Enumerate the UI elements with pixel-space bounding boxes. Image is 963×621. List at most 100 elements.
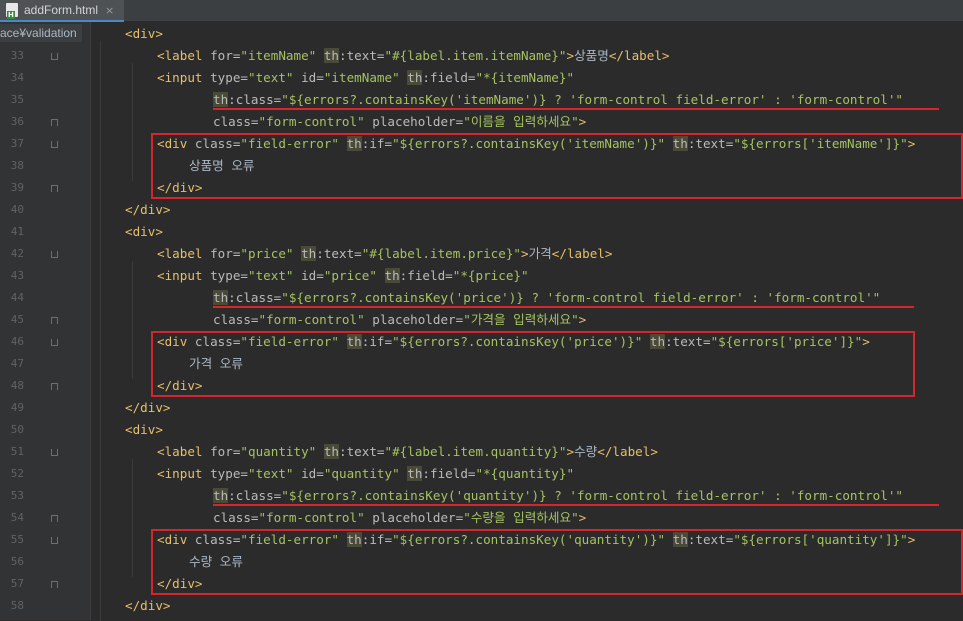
fold-marker-icon[interactable] bbox=[51, 581, 58, 588]
code-token: "form-control" bbox=[258, 312, 373, 327]
code-token: :class= bbox=[228, 290, 282, 305]
tab-addform[interactable]: addForm.html × bbox=[0, 0, 124, 22]
line-number: 34 bbox=[10, 71, 24, 84]
fold-marker-icon[interactable] bbox=[51, 141, 58, 148]
line-number: 41 bbox=[10, 225, 24, 238]
code-token: > bbox=[578, 510, 587, 525]
code-token: :field= bbox=[399, 268, 453, 283]
close-tab-icon[interactable]: × bbox=[105, 4, 114, 17]
line-number: 38 bbox=[10, 159, 24, 172]
code-line: class="form-control" placeholder="이름을 입력… bbox=[213, 111, 586, 133]
line-number: 35 bbox=[10, 93, 24, 106]
code-token: "#{label.item.price}" bbox=[361, 246, 521, 261]
line-number: 54 bbox=[10, 511, 24, 524]
line-number: 49 bbox=[10, 401, 24, 414]
code-line: <label for="quantity" th:text="#{label.i… bbox=[157, 441, 658, 463]
line-number: 33 bbox=[10, 49, 24, 62]
code-line: class="form-control" placeholder="가격을 입력… bbox=[213, 309, 586, 331]
code-token: "price" bbox=[323, 268, 385, 283]
code-token: "가격을 입력하세요" bbox=[463, 312, 579, 327]
fold-marker-icon[interactable] bbox=[51, 383, 58, 390]
code-token: > bbox=[578, 312, 587, 327]
code-token: th bbox=[213, 92, 229, 107]
line-number: 57 bbox=[10, 577, 24, 590]
code-token: :field= bbox=[422, 466, 476, 481]
code-token: "이름을 입력하세요" bbox=[463, 114, 579, 129]
error-highlight-underline bbox=[213, 108, 939, 110]
code-token: class= bbox=[213, 510, 259, 525]
code-line: <input type="text" id="price" th:field="… bbox=[157, 265, 529, 287]
fold-marker-icon[interactable] bbox=[51, 339, 58, 346]
line-number: 52 bbox=[10, 467, 24, 480]
line-number: 45 bbox=[10, 313, 24, 326]
line-number: 51 bbox=[10, 445, 24, 458]
code-token: "quantity" bbox=[323, 466, 408, 481]
line-number: 43 bbox=[10, 269, 24, 282]
indent-guide bbox=[132, 261, 133, 379]
code-token: "text" bbox=[248, 268, 302, 283]
field-error-highlight-box bbox=[151, 529, 963, 595]
breadcrumb[interactable]: ace¥validation bbox=[0, 24, 82, 42]
code-token: <input bbox=[157, 70, 211, 85]
code-token: "text" bbox=[248, 70, 302, 85]
code-token: type= bbox=[210, 466, 248, 481]
fold-marker-icon[interactable] bbox=[51, 251, 58, 258]
code-token: "form-control" bbox=[258, 510, 373, 525]
fold-marker-icon[interactable] bbox=[51, 449, 58, 456]
code-token: "itemName" bbox=[240, 48, 324, 63]
fold-marker-icon[interactable] bbox=[51, 537, 58, 544]
code-token: :class= bbox=[228, 92, 282, 107]
code-token: "수량을 입력하세요" bbox=[463, 510, 579, 525]
code-token: th bbox=[323, 48, 339, 63]
code-token: "#{label.item.itemName}" bbox=[384, 48, 567, 63]
code-token: "${errors?.containsKey('quantity')} ? 'f… bbox=[281, 488, 903, 503]
fold-marker-icon[interactable] bbox=[51, 185, 58, 192]
code-token: placeholder= bbox=[372, 510, 464, 525]
code-token: th bbox=[384, 268, 400, 283]
line-number: 56 bbox=[10, 555, 24, 568]
fold-marker-icon[interactable] bbox=[51, 119, 58, 126]
code-token: <div> bbox=[125, 26, 163, 41]
code-token: id= bbox=[301, 268, 324, 283]
code-token: for= bbox=[210, 246, 241, 261]
code-token: "price" bbox=[240, 246, 302, 261]
code-token: id= bbox=[301, 466, 324, 481]
code-token: th bbox=[301, 246, 317, 261]
code-token: <label bbox=[157, 444, 211, 459]
code-token: th bbox=[323, 444, 339, 459]
code-token: </label> bbox=[551, 246, 613, 261]
code-token: for= bbox=[210, 48, 241, 63]
code-token: "#{label.item.quantity}" bbox=[384, 444, 567, 459]
code-token: th bbox=[407, 466, 423, 481]
code-token: "*{quantity}" bbox=[475, 466, 575, 481]
code-token: "text" bbox=[248, 466, 302, 481]
line-number: 36 bbox=[10, 115, 24, 128]
code-line: </div> bbox=[125, 199, 171, 221]
code-token: 수량 bbox=[574, 444, 598, 459]
error-highlight-underline bbox=[213, 504, 939, 506]
line-number: 39 bbox=[10, 181, 24, 194]
code-token: for= bbox=[210, 444, 241, 459]
fold-marker-icon[interactable] bbox=[51, 53, 58, 60]
code-token: 가격 bbox=[528, 246, 552, 261]
code-line: class="form-control" placeholder="수량을 입력… bbox=[213, 507, 586, 529]
code-token: "itemName" bbox=[323, 70, 408, 85]
fold-marker-icon[interactable] bbox=[51, 515, 58, 522]
code-line: <label for="itemName" th:text="#{label.i… bbox=[157, 45, 670, 67]
line-number: 44 bbox=[10, 291, 24, 304]
fold-marker-icon[interactable] bbox=[51, 317, 58, 324]
html-file-icon bbox=[6, 3, 18, 19]
code-token: id= bbox=[301, 70, 324, 85]
code-token: </div> bbox=[125, 400, 171, 415]
code-token: <div> bbox=[125, 224, 163, 239]
code-token: placeholder= bbox=[372, 114, 464, 129]
code-token: <div> bbox=[125, 422, 163, 437]
gutter-divider bbox=[90, 22, 91, 620]
code-token: th bbox=[407, 70, 423, 85]
code-token: :field= bbox=[422, 70, 476, 85]
code-token: class= bbox=[213, 114, 259, 129]
code-token: type= bbox=[210, 70, 248, 85]
code-line: <input type="text" id="quantity" th:fiel… bbox=[157, 463, 574, 485]
code-token: </div> bbox=[125, 598, 171, 613]
editor-tab-bar: addForm.html × bbox=[0, 0, 963, 22]
